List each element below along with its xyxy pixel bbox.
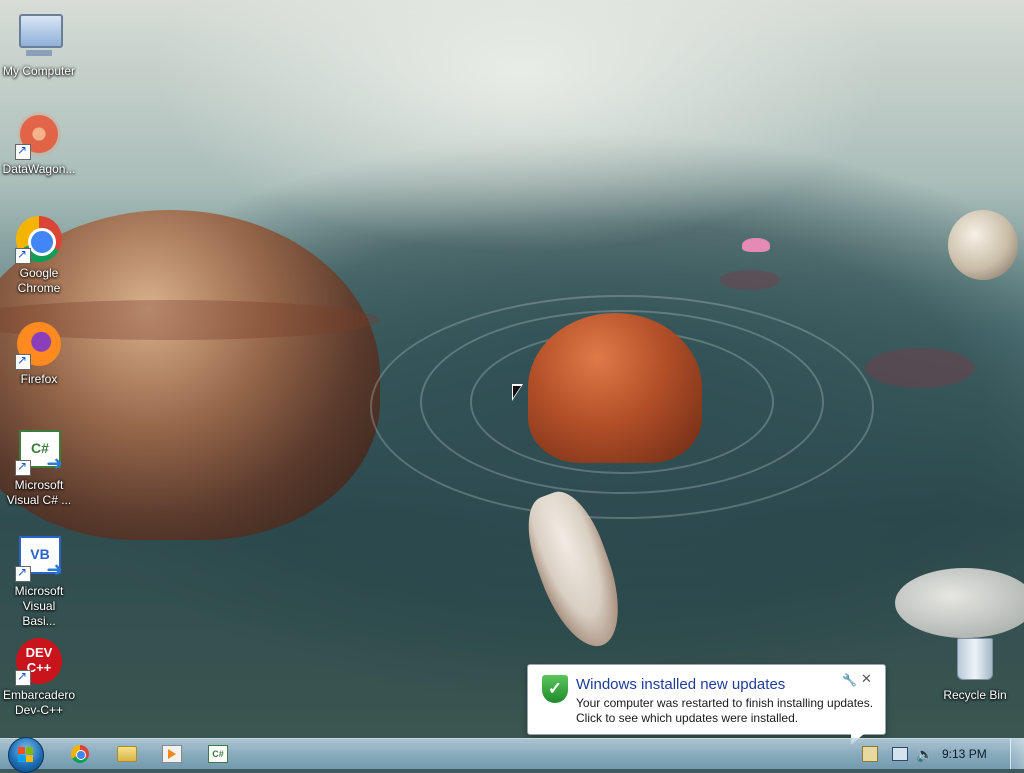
desktop-icon-dev-cpp[interactable]: DEV C++ Embarcadero Dev-C++: [1, 638, 77, 718]
mouse-cursor-inner: [513, 386, 521, 398]
desktop-icon-my-computer[interactable]: My Computer: [1, 8, 77, 79]
action-center-flag-icon[interactable]: [862, 746, 878, 762]
security-shield-icon: ✓: [542, 675, 568, 703]
taskbar-chrome-button[interactable]: [60, 741, 100, 767]
taskbar-clock[interactable]: 9:13 PM: [942, 747, 987, 761]
dev-cpp-icon: DEV C++: [15, 638, 63, 686]
desktop-icon-label: Firefox: [20, 372, 58, 386]
notification-options-icon[interactable]: 🔧: [842, 673, 857, 687]
folder-icon: [117, 746, 137, 762]
computer-icon: [15, 14, 63, 62]
visual-basic-icon: VB ➜: [15, 534, 63, 582]
notification-close-icon[interactable]: ✕: [861, 671, 872, 687]
chrome-icon: [15, 216, 63, 264]
chrome-icon: [71, 745, 89, 763]
desktop-icon-label: Recycle Bin: [943, 688, 1007, 702]
wallpaper-lily-pad: [865, 348, 975, 388]
desktop-icon-datawagon[interactable]: DataWagon...: [1, 112, 77, 177]
desktop-icon-google-chrome[interactable]: Google Chrome: [1, 216, 77, 296]
taskbar-visual-csharp-button[interactable]: C#: [198, 741, 238, 767]
desktop-icon-visual-csharp[interactable]: C# ➜ Microsoft Visual C# ...: [1, 428, 77, 508]
shortcut-arrow-icon: [15, 353, 31, 370]
visual-csharp-icon: C#: [208, 745, 228, 763]
taskbar-media-player-button[interactable]: [152, 741, 192, 767]
desktop-icon-label: Microsoft Visual Basi...: [14, 584, 64, 628]
shortcut-arrow-icon: [15, 565, 31, 582]
visual-csharp-icon: C# ➜: [15, 428, 63, 476]
wallpaper-lily-pad: [720, 270, 780, 290]
shortcut-arrow-icon: [15, 669, 31, 686]
update-notification-balloon[interactable]: ✓ Windows installed new updates Your com…: [527, 664, 886, 735]
desktop-icon-recycle-bin[interactable]: Recycle Bin: [937, 638, 1013, 703]
firefox-icon: [15, 322, 63, 370]
shortcut-arrow-icon: [15, 247, 31, 264]
taskbar-explorer-button[interactable]: [107, 741, 147, 767]
shortcut-arrow-icon: [15, 459, 31, 476]
desktop-icon-label: Embarcadero Dev-C++: [3, 688, 76, 717]
taskbar: C# 🔈 9:13 PM: [0, 737, 1024, 773]
notification-body: Your computer was restarted to finish in…: [576, 696, 873, 726]
desktop-icon-label: My Computer: [2, 64, 76, 78]
desktop-wallpaper[interactable]: [0, 0, 1024, 738]
desktop-icon-label: Microsoft Visual C# ...: [6, 478, 72, 507]
wallpaper-moon: [948, 210, 1018, 280]
desktop-icon-visual-basic[interactable]: VB ➜ Microsoft Visual Basi...: [1, 534, 77, 629]
desktop-icon-label: DataWagon...: [2, 162, 76, 176]
windows-start-icon: [18, 747, 34, 763]
notification-line-1: Your computer was restarted to finish in…: [576, 696, 874, 710]
desktop-icon-label: Google Chrome: [17, 266, 61, 295]
volume-icon[interactable]: 🔈: [916, 746, 933, 763]
recycle-bin-icon: [951, 638, 999, 686]
shortcut-arrow-icon: [15, 143, 31, 160]
wallpaper-orange-sphere: [528, 313, 702, 463]
datawagon-icon: [15, 112, 63, 160]
wallpaper-lotus-flower: [742, 238, 770, 252]
network-icon[interactable]: [892, 747, 908, 761]
notification-title: Windows installed new updates: [576, 676, 786, 693]
notification-line-2[interactable]: Click to see which updates were installe…: [576, 711, 873, 726]
desktop-icon-firefox[interactable]: Firefox: [1, 322, 77, 387]
wallpaper-stone: [895, 568, 1024, 638]
show-desktop-button[interactable]: [1010, 739, 1024, 769]
media-player-icon: [162, 745, 182, 763]
